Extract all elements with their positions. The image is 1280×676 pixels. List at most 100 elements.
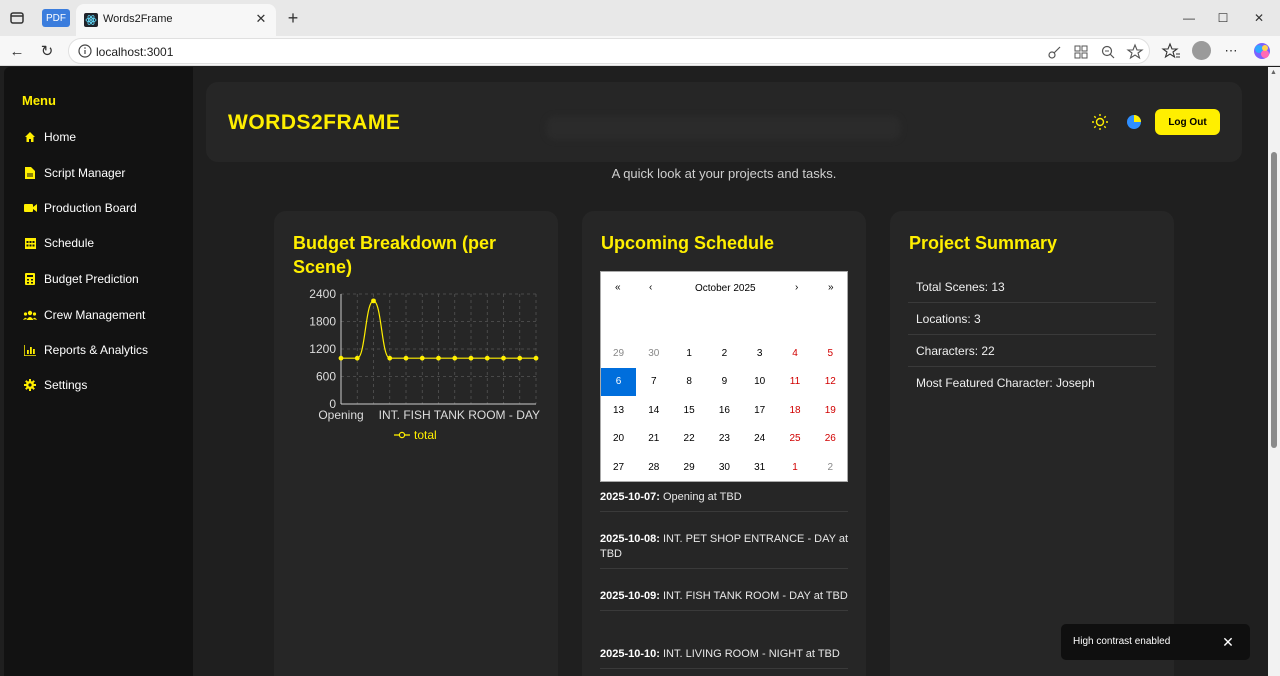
reload-button[interactable]: ↻	[36, 40, 58, 62]
tab-close-icon[interactable]: ✕	[252, 10, 270, 28]
calendar-day[interactable]: 4	[778, 339, 813, 367]
calendar-day[interactable]: 20	[601, 425, 636, 453]
active-tab[interactable]: Words2Frame ✕	[76, 4, 276, 36]
schedule-date: 2025-10-08:	[600, 533, 660, 545]
profile-avatar[interactable]	[1192, 41, 1211, 60]
schedule-item: 2025-10-08: INT. PET SHOP ENTRANCE - DAY…	[600, 532, 848, 569]
schedule-date: 2025-10-09:	[600, 590, 660, 602]
summary-total-scenes: Total Scenes: 13	[908, 271, 1156, 303]
summary-characters: Characters: 22	[908, 335, 1156, 367]
sidebar-item-schedule[interactable]: Schedule	[22, 233, 94, 253]
calendar-day[interactable]: 12	[813, 368, 848, 396]
calendar-next-year-button[interactable]: »	[828, 282, 834, 293]
sidebar-item-home[interactable]: Home	[22, 127, 76, 147]
calendar-day[interactable]: 27	[601, 453, 636, 481]
address-bar[interactable]: localhost:3001	[68, 38, 1150, 64]
calendar-day[interactable]: 5	[813, 339, 848, 367]
toast-message: High contrast enabled	[1073, 636, 1171, 647]
window-menu-icon[interactable]	[8, 9, 26, 27]
key-icon[interactable]	[1046, 43, 1064, 61]
calendar-day[interactable]: 19	[813, 396, 848, 424]
calendar-day[interactable]: 13	[601, 396, 636, 424]
scrollbar-thumb[interactable]	[1271, 152, 1277, 448]
calendar-day[interactable]: 23	[707, 425, 742, 453]
calendar-day[interactable]: 3	[742, 339, 777, 367]
calendar-day[interactable]: 8	[672, 368, 707, 396]
data-point	[452, 355, 458, 361]
browser-toolbar: ← ↻ localhost:3001 ⋯	[0, 36, 1280, 66]
gear-icon	[22, 378, 38, 392]
calendar-day[interactable]: 31	[742, 453, 777, 481]
page-scrollbar[interactable]: ▲	[1268, 67, 1280, 676]
schedule-item: 2025-10-10: INT. LIVING ROOM - NIGHT at …	[600, 647, 848, 669]
sun-icon[interactable]	[1091, 113, 1109, 131]
calendar-day[interactable]: 2	[707, 339, 742, 367]
data-point	[403, 355, 409, 361]
calendar-prev-month-button[interactable]: ‹	[649, 282, 652, 293]
brand-logo[interactable]: WORDS2FRAME	[228, 111, 400, 135]
pdf-tab[interactable]: PDF	[42, 9, 70, 27]
video-icon	[22, 201, 38, 215]
calendar-day[interactable]: 22	[672, 425, 707, 453]
calendar-day[interactable]: 17	[742, 396, 777, 424]
x-tick-label: Opening	[318, 408, 363, 422]
calendar-day[interactable]: 14	[636, 396, 671, 424]
calendar-day[interactable]: 9	[707, 368, 742, 396]
sidebar-item-label: Settings	[44, 378, 88, 392]
scroll-up-arrow[interactable]: ▲	[1270, 69, 1277, 76]
sidebar-item-label: Schedule	[44, 236, 95, 250]
calendar-day[interactable]: 16	[707, 396, 742, 424]
calendar-day[interactable]: 28	[636, 453, 671, 481]
calendar-prev-year-button[interactable]: «	[615, 282, 621, 293]
calendar-day[interactable]: 29	[601, 339, 636, 367]
calendar-day[interactable]: 7	[636, 368, 671, 396]
calendar-day[interactable]: 11	[778, 368, 813, 396]
data-point	[387, 355, 393, 361]
calendar-day[interactable]: 26	[813, 425, 848, 453]
calendar-day[interactable]: 6	[601, 367, 636, 396]
maximize-button[interactable]: ☐	[1213, 8, 1233, 28]
y-tick-label: 1200	[309, 342, 336, 356]
sidebar-item-production-board[interactable]: Production Board	[22, 198, 137, 218]
sidebar-item-budget-prediction[interactable]: Budget Prediction	[22, 269, 139, 289]
sidebar-item-script-manager[interactable]: Script Manager	[22, 163, 125, 183]
sidebar-item-crew-management[interactable]: Crew Management	[22, 305, 145, 325]
url-text[interactable]: localhost:3001	[96, 45, 173, 59]
calendar-day[interactable]: 1	[672, 339, 707, 367]
copilot-icon[interactable]	[1251, 40, 1273, 62]
sidebar-item-settings[interactable]: Settings	[22, 375, 87, 395]
minimize-button[interactable]: —	[1179, 8, 1199, 28]
calendar-day[interactable]: 18	[778, 396, 813, 424]
zoom-icon[interactable]	[1099, 43, 1117, 61]
calendar-day[interactable]: 10	[742, 368, 777, 396]
calendar-day[interactable]: 21	[636, 425, 671, 453]
calendar-day[interactable]: 1	[778, 453, 813, 481]
budget-icon	[22, 272, 38, 286]
apps-icon[interactable]	[1072, 43, 1090, 61]
calendar-day[interactable]: 2	[813, 453, 848, 481]
calendar-day[interactable]: 29	[672, 453, 707, 481]
calendar-day[interactable]: 30	[636, 339, 671, 367]
new-tab-button[interactable]: +	[282, 7, 304, 29]
sidebar-item-label: Home	[44, 130, 77, 144]
back-button[interactable]: ←	[6, 40, 28, 62]
data-point	[354, 355, 360, 361]
sidebar-item-reports-analytics[interactable]: Reports & Analytics	[22, 340, 148, 360]
sidebar: Menu Home Script Manager Production Boar…	[4, 67, 193, 676]
favorite-star-icon[interactable]	[1126, 43, 1144, 61]
calendar-next-month-button[interactable]: ›	[795, 282, 798, 293]
calendar-month-label[interactable]: October 2025	[695, 283, 756, 294]
calendar-day[interactable]: 24	[742, 425, 777, 453]
contrast-icon[interactable]	[1125, 113, 1143, 131]
calendar-day[interactable]: 25	[778, 425, 813, 453]
calendar-day[interactable]: 30	[707, 453, 742, 481]
data-point	[419, 355, 425, 361]
schedule-card: Upcoming Schedule « ‹ October 2025 › » 2…	[582, 211, 866, 676]
info-icon[interactable]	[77, 43, 93, 59]
toast-close-icon[interactable]: ✕	[1220, 634, 1236, 650]
close-window-button[interactable]: ✕	[1249, 8, 1269, 28]
logout-button[interactable]: Log Out	[1155, 109, 1220, 135]
calendar-day[interactable]: 15	[672, 396, 707, 424]
favorites-icon[interactable]	[1160, 40, 1182, 62]
more-options-icon[interactable]: ⋯	[1220, 40, 1242, 62]
